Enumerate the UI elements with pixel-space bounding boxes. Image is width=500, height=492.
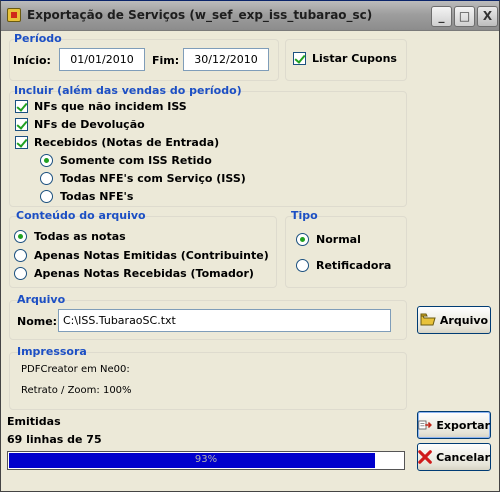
todas-nfe-radio[interactable]: Todas NFE's — [40, 190, 133, 203]
tipo-title: Tipo — [291, 209, 318, 222]
title-bar[interactable]: Exportação de Serviços (w_sef_exp_iss_tu… — [1, 1, 499, 31]
normal-radio[interactable]: Normal — [296, 233, 361, 246]
close-button[interactable]: X — [477, 6, 498, 27]
window-title: Exportação de Serviços (w_sef_exp_iss_tu… — [27, 8, 373, 22]
radio-label: Todas NFE's com Serviço (ISS) — [60, 172, 246, 185]
checkbox-icon — [293, 52, 306, 65]
linhas-count: 69 linhas de 75 — [7, 433, 102, 446]
red-x-icon — [418, 450, 432, 464]
radio-icon — [40, 154, 53, 167]
radio-label: Todas as notas — [34, 230, 126, 243]
radio-label: Somente com ISS Retido — [60, 154, 212, 167]
fim-label: Fim: — [152, 54, 180, 67]
retificadora-radio[interactable]: Retificadora — [296, 259, 391, 272]
progress-text: 93% — [194, 454, 218, 465]
checkbox-label: Recebidos (Notas de Entrada) — [34, 136, 220, 149]
checkbox-icon — [15, 136, 28, 149]
listar-cupons-checkbox[interactable]: Listar Cupons — [293, 52, 397, 65]
radio-label: Apenas Notas Emitidas (Contribuinte) — [34, 249, 269, 262]
radio-icon — [296, 259, 309, 272]
nfs-devolucao-checkbox[interactable]: NFs de Devolução — [15, 118, 145, 131]
todas-nfe-servico-radio[interactable]: Todas NFE's com Serviço (ISS) — [40, 172, 246, 185]
radio-label: Retificadora — [316, 259, 392, 272]
exportar-label: Exportar — [436, 418, 490, 432]
incluir-title: Incluir (além das vendas do período) — [14, 84, 242, 97]
printer-name: PDFCreator em Ne00: — [21, 364, 130, 375]
export-progress-bar: 93% — [7, 451, 405, 470]
exportar-button[interactable]: Exportar — [417, 411, 491, 439]
inicio-date-input[interactable] — [59, 48, 145, 71]
notas-emitidas-radio[interactable]: Apenas Notas Emitidas (Contribuinte) — [14, 249, 269, 262]
nfs-nao-incidem-iss-checkbox[interactable]: NFs que não incidem ISS — [15, 100, 187, 113]
app-icon — [7, 8, 21, 22]
periodo-title: Período — [14, 32, 62, 45]
checkbox-label: NFs que não incidem ISS — [34, 100, 187, 113]
radio-icon — [296, 233, 309, 246]
fim-date-input[interactable] — [183, 48, 269, 71]
radio-icon — [14, 249, 27, 262]
recebidos-checkbox[interactable]: Recebidos (Notas de Entrada) — [15, 136, 219, 149]
radio-icon — [40, 172, 53, 185]
radio-label: Todas NFE's — [60, 190, 134, 203]
somente-iss-retido-radio[interactable]: Somente com ISS Retido — [40, 154, 212, 167]
arquivo-title: Arquivo — [17, 293, 66, 306]
arquivo-button-label: Arquivo — [439, 313, 489, 327]
radio-icon — [14, 267, 27, 280]
cancelar-label: Cancelar — [436, 450, 490, 464]
inicio-label: Início: — [13, 54, 51, 67]
export-window: Exportação de Serviços (w_sef_exp_iss_tu… — [0, 0, 500, 492]
printer-zoom: Retrato / Zoom: 100% — [21, 385, 132, 396]
listar-cupons-label: Listar Cupons — [312, 52, 397, 65]
maximize-button[interactable]: □ — [454, 6, 475, 27]
export-icon — [418, 420, 432, 430]
cancelar-button[interactable]: Cancelar — [417, 443, 491, 471]
checkbox-icon — [15, 118, 28, 131]
radio-icon — [40, 190, 53, 203]
nome-label: Nome: — [17, 315, 58, 328]
folder-icon — [420, 313, 436, 326]
radio-icon — [14, 230, 27, 243]
tipo-panel — [285, 216, 407, 288]
checkbox-label: NFs de Devolução — [34, 118, 145, 131]
radio-label: Normal — [316, 233, 361, 246]
impressora-panel — [9, 352, 407, 410]
emitidas-label: Emitidas — [7, 415, 61, 428]
radio-label: Apenas Notas Recebidas (Tomador) — [34, 267, 254, 280]
arquivo-browse-button[interactable]: Arquivo — [417, 306, 491, 334]
arquivo-nome-input[interactable] — [58, 309, 391, 332]
minimize-button[interactable]: _ — [431, 6, 452, 27]
impressora-title: Impressora — [17, 345, 87, 358]
conteudo-title: Conteúdo do arquivo — [16, 209, 146, 222]
todas-notas-radio[interactable]: Todas as notas — [14, 230, 126, 243]
checkbox-icon — [15, 100, 28, 113]
notas-recebidas-radio[interactable]: Apenas Notas Recebidas (Tomador) — [14, 267, 254, 280]
